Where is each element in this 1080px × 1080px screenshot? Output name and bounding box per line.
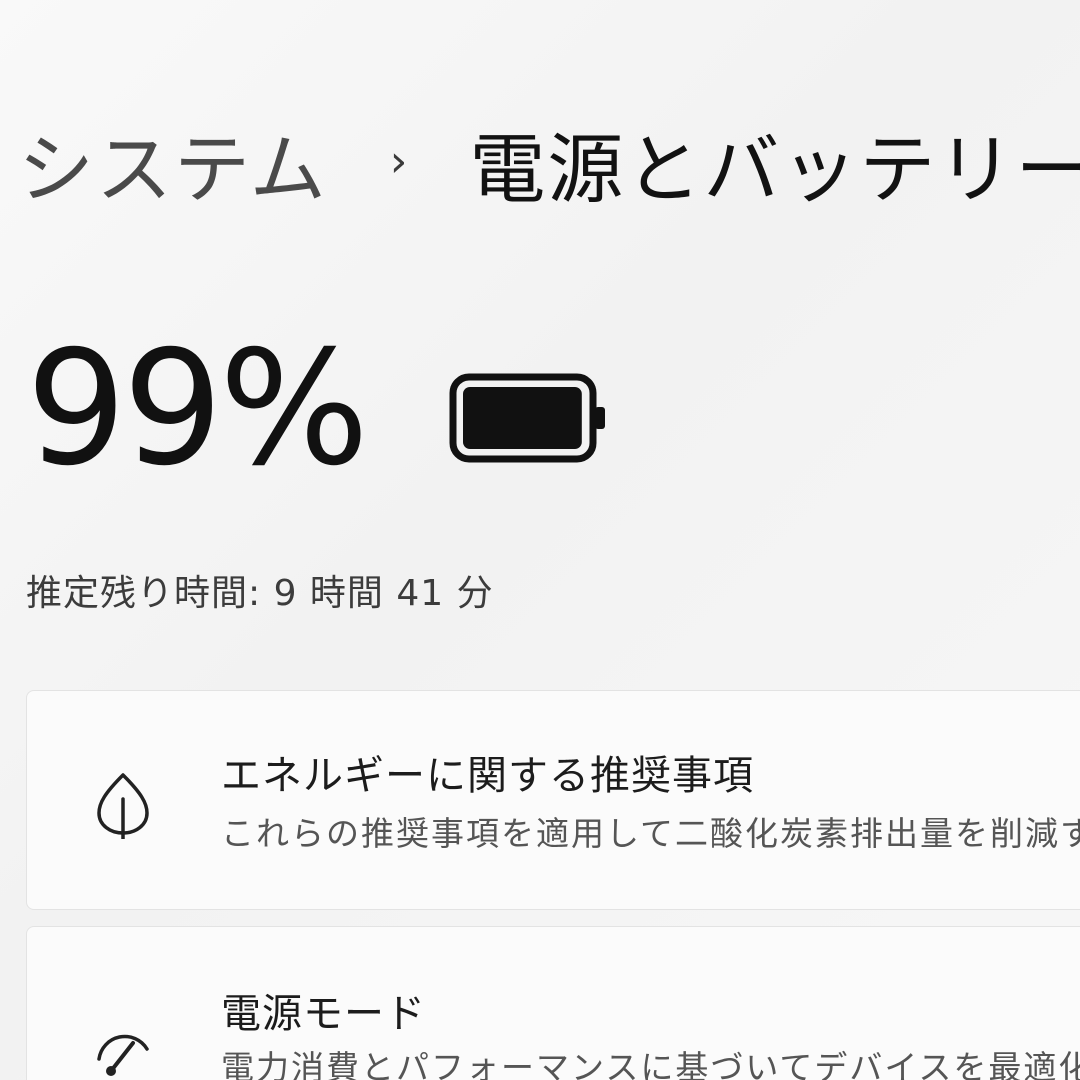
breadcrumb-system-link[interactable]: システム	[18, 108, 328, 218]
page-title: 電源とバッテリー	[469, 125, 1080, 214]
battery-status: 99%	[26, 330, 609, 488]
breadcrumb-chevron-icon: ›	[389, 135, 408, 187]
energy-recommendations-description: これらの推奨事項を適用して二酸化炭素排出量を削減す	[221, 814, 1080, 853]
leaf-icon	[97, 773, 149, 839]
settings-page: システム › 電源とバッテリー 99% 推定残り時間: 9 時間 41 分 エネ…	[0, 0, 1080, 1080]
energy-recommendations-card[interactable]: エネルギーに関する推奨事項 これらの推奨事項を適用して二酸化炭素排出量を削減す	[26, 690, 1080, 910]
power-mode-card[interactable]: 電源モード 電力消費とパフォーマンスに基づいてデバイスを最適化	[26, 926, 1080, 1080]
power-mode-title: 電源モード	[221, 991, 426, 1037]
battery-icon	[449, 373, 606, 463]
power-mode-description: 電力消費とパフォーマンスに基づいてデバイスを最適化	[221, 1048, 1080, 1080]
breadcrumb: システム › 電源とバッテリー	[18, 108, 1080, 218]
estimated-remaining-time: 推定残り時間: 9 時間 41 分	[26, 573, 494, 614]
speedometer-icon	[97, 1034, 149, 1076]
battery-percent: 99%	[26, 317, 369, 501]
energy-recommendations-title: エネルギーに関する推奨事項	[221, 753, 754, 799]
